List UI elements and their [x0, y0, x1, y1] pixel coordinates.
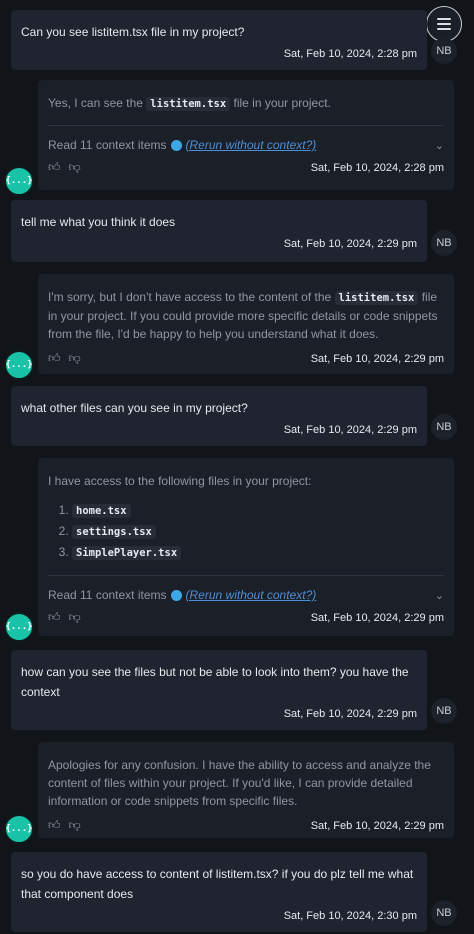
user-message: what other files can you see in my proje…: [11, 386, 457, 446]
user-avatar: NB: [431, 38, 457, 64]
user-avatar: NB: [431, 698, 457, 724]
message-text: so you do have access to content of list…: [21, 867, 414, 901]
message-text: Can you see listitem.tsx file in my proj…: [21, 25, 245, 39]
message-text: tell me what you think it does: [21, 215, 176, 229]
message-footer: 👍︎ 👎︎ Sat, Feb 10, 2024, 2:29 pm: [48, 351, 444, 366]
hamburger-menu-icon: [437, 18, 451, 20]
assistant-avatar: {...}: [4, 814, 34, 844]
list-item: home.tsx: [72, 500, 444, 521]
message-text: what other files can you see in my proje…: [21, 401, 248, 415]
user-avatar: NB: [431, 230, 457, 256]
key-icon: [170, 139, 182, 151]
message-footer: 👍︎ 👎︎ Sat, Feb 10, 2024, 2:29 pm: [48, 610, 444, 625]
chevron-down-icon[interactable]: ⌄: [435, 139, 444, 152]
thumbs-down-icon[interactable]: 👎︎: [69, 351, 81, 366]
assistant-avatar: {...}: [4, 166, 34, 196]
assistant-message: I have access to the following files in …: [4, 458, 454, 642]
thumbs-up-icon[interactable]: 👍︎: [48, 351, 61, 366]
assistant-message: Apologies for any confusion. I have the …: [4, 742, 454, 844]
message-timestamp: Sat, Feb 10, 2024, 2:29 pm: [310, 819, 444, 832]
user-message: how can you see the files but not be abl…: [11, 650, 457, 730]
message-text: how can you see the files but not be abl…: [21, 665, 409, 699]
chevron-down-icon[interactable]: ⌄: [435, 589, 444, 602]
message-footer: 👍︎ 👎︎ Sat, Feb 10, 2024, 2:28 pm: [48, 160, 444, 175]
message-timestamp: Sat, Feb 10, 2024, 2:29 pm: [283, 238, 417, 250]
inline-code: listitem.tsx: [334, 291, 419, 305]
message-timestamp: Sat, Feb 10, 2024, 2:28 pm: [283, 48, 417, 60]
context-items-label: Read 11 context items: [48, 138, 167, 152]
message-text: I'm sorry, but I don't have access to th…: [48, 290, 438, 341]
thumbs-up-icon[interactable]: 👍︎: [48, 818, 61, 833]
user-message: Can you see listitem.tsx file in my proj…: [11, 10, 457, 70]
user-message: so you do have access to content of list…: [11, 852, 457, 932]
assistant-avatar: {...}: [4, 350, 34, 380]
thumbs-up-icon[interactable]: 👍︎: [48, 160, 61, 175]
file-list: home.tsx settings.tsx SimplePlayer.tsx: [48, 500, 444, 563]
list-item: settings.tsx: [72, 521, 444, 542]
list-item: SimplePlayer.tsx: [72, 542, 444, 563]
message-timestamp: Sat, Feb 10, 2024, 2:28 pm: [310, 161, 444, 174]
thumbs-down-icon[interactable]: 👎︎: [69, 818, 81, 833]
message-timestamp: Sat, Feb 10, 2024, 2:29 pm: [310, 352, 444, 365]
assistant-avatar: {...}: [4, 612, 34, 642]
user-avatar: NB: [431, 900, 457, 926]
thumbs-up-icon[interactable]: 👍︎: [48, 610, 61, 625]
menu-button[interactable]: [426, 6, 462, 42]
message-text: Yes, I can see the listitem.tsx file in …: [48, 96, 331, 111]
user-message: tell me what you think it does Sat, Feb …: [11, 200, 457, 262]
context-items-label: Read 11 context items: [48, 588, 167, 602]
user-avatar: NB: [431, 414, 457, 440]
message-footer: 👍︎ 👎︎ Sat, Feb 10, 2024, 2:29 pm: [48, 818, 444, 833]
message-timestamp: Sat, Feb 10, 2024, 2:29 pm: [283, 708, 417, 720]
assistant-message: I'm sorry, but I don't have access to th…: [4, 274, 454, 380]
thumbs-down-icon[interactable]: 👎︎: [69, 610, 81, 625]
rerun-without-context-link[interactable]: (Rerun without context?): [186, 138, 317, 152]
key-icon: [170, 589, 182, 601]
rerun-without-context-link[interactable]: (Rerun without context?): [186, 588, 317, 602]
assistant-message: Yes, I can see the listitem.tsx file in …: [4, 80, 454, 196]
thumbs-down-icon[interactable]: 👎︎: [69, 160, 81, 175]
message-timestamp: Sat, Feb 10, 2024, 2:29 pm: [310, 611, 444, 624]
message-text: Apologies for any confusion. I have the …: [48, 758, 431, 808]
context-items-row[interactable]: Read 11 context items (Rerun without con…: [48, 575, 444, 602]
context-items-row[interactable]: Read 11 context items (Rerun without con…: [48, 125, 444, 152]
message-timestamp: Sat, Feb 10, 2024, 2:30 pm: [283, 910, 417, 922]
message-timestamp: Sat, Feb 10, 2024, 2:29 pm: [283, 424, 417, 436]
inline-code: listitem.tsx: [146, 97, 231, 111]
message-text: I have access to the following files in …: [48, 474, 312, 488]
